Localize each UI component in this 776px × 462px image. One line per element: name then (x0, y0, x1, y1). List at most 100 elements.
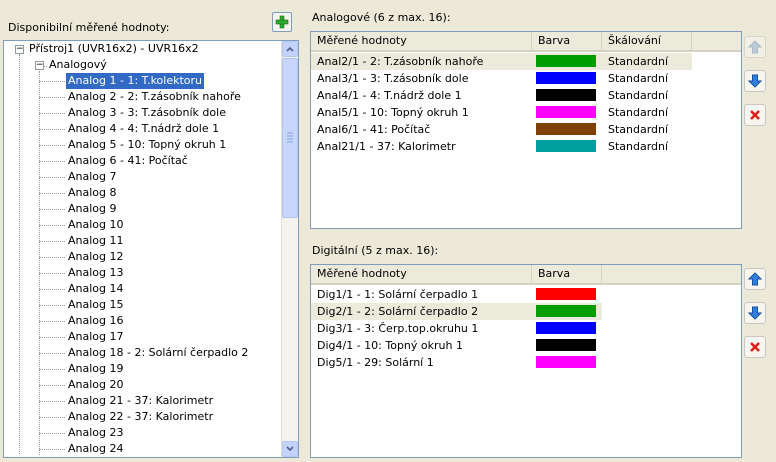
row-color-cell[interactable] (532, 303, 602, 320)
color-swatch (536, 305, 596, 317)
tree-item[interactable]: Analog 19 (68, 361, 124, 377)
collapse-root-icon[interactable]: − (15, 45, 24, 54)
analog-row[interactable]: Anal3/1 - 3: T.zásobník dole Standardní (311, 70, 692, 87)
digital-row[interactable]: Dig4/1 - 10: Topný okruh 1 (311, 337, 602, 354)
move-up-button[interactable] (744, 268, 766, 290)
delete-x-icon (750, 110, 760, 120)
color-swatch (536, 288, 596, 300)
row-color-cell[interactable] (532, 53, 602, 70)
arrow-down-icon (748, 74, 762, 88)
color-swatch (536, 140, 596, 152)
digital-row[interactable]: Dig5/1 - 29: Solární 1 (311, 354, 602, 371)
measured-values-tree[interactable]: − Přístroj1 (UVR16x2) - UVR16x2 − Analog… (3, 40, 299, 458)
tree-item[interactable]: Analog 3 - 3: T.zásobník dole (68, 105, 226, 121)
tree-item[interactable]: Analog 16 (68, 313, 124, 329)
analog-list[interactable]: Měřené hodnoty Barva Škálování Anal2/1 -… (310, 31, 742, 229)
tree-item[interactable]: Analog 8 (68, 185, 117, 201)
row-color-cell[interactable] (532, 354, 602, 371)
tree-item[interactable]: Analog 22 - 37: Kalorimetr (68, 409, 213, 425)
row-color-cell[interactable] (532, 121, 602, 138)
tree-group-node[interactable]: Analogový (49, 57, 107, 73)
delete-button[interactable] (744, 336, 766, 358)
row-name: Anal3/1 - 3: T.zásobník dole (317, 72, 469, 85)
tree-item[interactable]: Analog 13 (68, 265, 124, 281)
row-color-cell[interactable] (532, 138, 602, 155)
analog-title: Analogové (6 z max. 16): (312, 11, 451, 24)
header-scaling[interactable]: Škálování (602, 32, 692, 50)
tree-item[interactable]: Analog 14 (68, 281, 124, 297)
color-swatch (536, 339, 596, 351)
analog-row[interactable]: Anal2/1 - 2: T.zásobník nahoře Standardní (311, 53, 692, 70)
chevron-up-icon (286, 46, 294, 52)
tree-item[interactable]: Analog 17 (68, 329, 124, 345)
available-values-label: Disponibilní měřené hodnoty: (8, 21, 170, 34)
row-name: Anal21/1 - 37: Kalorimetr (317, 140, 456, 153)
tree-root-node[interactable]: Přístroj1 (UVR16x2) - UVR16x2 (29, 41, 199, 57)
add-button[interactable] (272, 12, 292, 32)
row-color-cell[interactable] (532, 87, 602, 104)
row-color-cell[interactable] (532, 337, 602, 354)
row-name: Dig2/1 - 2: Solární čerpadlo 2 (317, 305, 479, 318)
color-swatch (536, 89, 596, 101)
tree-item[interactable]: Analog 1 - 1: T.kolektoru (64, 72, 206, 90)
row-color-cell[interactable] (532, 70, 602, 87)
tree-item[interactable]: Analog 4 - 4: T.nádrž dole 1 (68, 121, 219, 137)
row-scaling[interactable]: Standardní (602, 70, 692, 87)
row-scaling[interactable]: Standardní (602, 87, 692, 104)
color-swatch (536, 322, 596, 334)
row-name: Dig1/1 - 1: Solární čerpadlo 1 (317, 288, 479, 301)
tree-item[interactable]: Analog 18 - 2: Solární čerpadlo 2 (68, 345, 248, 361)
tree-item[interactable]: Analog 12 (68, 249, 124, 265)
tree-item[interactable]: Analog 2 - 2: T.zásobník nahoře (68, 89, 241, 105)
tree-item[interactable]: Analog 15 (68, 297, 124, 313)
arrow-up-icon (748, 40, 762, 54)
analog-row[interactable]: Anal4/1 - 4: T.nádrž dole 1 Standardní (311, 87, 692, 104)
row-color-cell[interactable] (532, 320, 602, 337)
row-scaling[interactable]: Standardní (602, 104, 692, 121)
header-color[interactable]: Barva (532, 32, 602, 50)
row-scaling[interactable]: Standardní (602, 53, 692, 70)
digital-row[interactable]: Dig1/1 - 1: Solární čerpadlo 1 (311, 286, 602, 303)
tree-scrollbar[interactable] (281, 41, 298, 457)
digital-row[interactable]: Dig2/1 - 2: Solární čerpadlo 2 (311, 303, 602, 320)
row-color-cell[interactable] (532, 104, 602, 121)
delete-button[interactable] (744, 104, 766, 126)
row-name: Anal2/1 - 2: T.zásobník nahoře (317, 55, 484, 68)
scroll-up-button[interactable] (282, 41, 298, 57)
tree-item[interactable]: Analog 21 - 37: Kalorimetr (68, 393, 213, 409)
digital-list-header: Měřené hodnoty Barva (311, 265, 741, 285)
move-up-button[interactable] (744, 36, 766, 58)
analog-row[interactable]: Anal21/1 - 37: Kalorimetr Standardní (311, 138, 692, 155)
digital-group: Digitální (5 z max. 16): Měřené hodnoty … (306, 236, 776, 460)
row-name: Anal4/1 - 4: T.nádrž dole 1 (317, 89, 462, 102)
header-color[interactable]: Barva (532, 265, 602, 283)
grip-icon (287, 132, 293, 143)
header-measured-values[interactable]: Měřené hodnoty (311, 265, 532, 283)
tree-item[interactable]: Analog 10 (68, 217, 124, 233)
header-measured-values[interactable]: Měřené hodnoty (311, 32, 532, 50)
tree-item[interactable]: Analog 7 (68, 169, 117, 185)
row-name: Dig5/1 - 29: Solární 1 (317, 356, 434, 369)
tree-item[interactable]: Analog 20 (68, 377, 124, 393)
move-down-button[interactable] (744, 302, 766, 324)
row-color-cell[interactable] (532, 286, 602, 303)
row-scaling[interactable]: Standardní (602, 138, 692, 155)
scroll-down-button[interactable] (282, 441, 298, 457)
tree-item[interactable]: Analog 23 (68, 425, 124, 441)
tree-item[interactable]: Analog 5 - 10: Topný okruh 1 (68, 137, 226, 153)
tree-item[interactable]: Analog 11 (68, 233, 124, 249)
analog-row[interactable]: Anal6/1 - 41: Počítač Standardní (311, 121, 692, 138)
digital-title: Digitální (5 z max. 16): (312, 244, 439, 257)
digital-row[interactable]: Dig3/1 - 3: Čerp.top.okruhu 1 (311, 320, 602, 337)
tree-item[interactable]: Analog 9 (68, 201, 117, 217)
analog-row[interactable]: Anal5/1 - 10: Topný okruh 1 Standardní (311, 104, 692, 121)
move-down-button[interactable] (744, 70, 766, 92)
tree-item[interactable]: Analog 24 (68, 441, 124, 457)
collapse-group-icon[interactable]: − (35, 61, 44, 70)
row-name: Anal5/1 - 10: Topný okruh 1 (317, 106, 469, 119)
row-scaling[interactable]: Standardní (602, 121, 692, 138)
scroll-thumb[interactable] (282, 58, 298, 218)
available-values-panel: Disponibilní měřené hodnoty: − Přístroj1… (0, 0, 302, 462)
digital-list[interactable]: Měřené hodnoty Barva Dig1/1 - 1: Solární… (310, 264, 742, 458)
tree-item[interactable]: Analog 6 - 41: Počítač (68, 153, 188, 169)
